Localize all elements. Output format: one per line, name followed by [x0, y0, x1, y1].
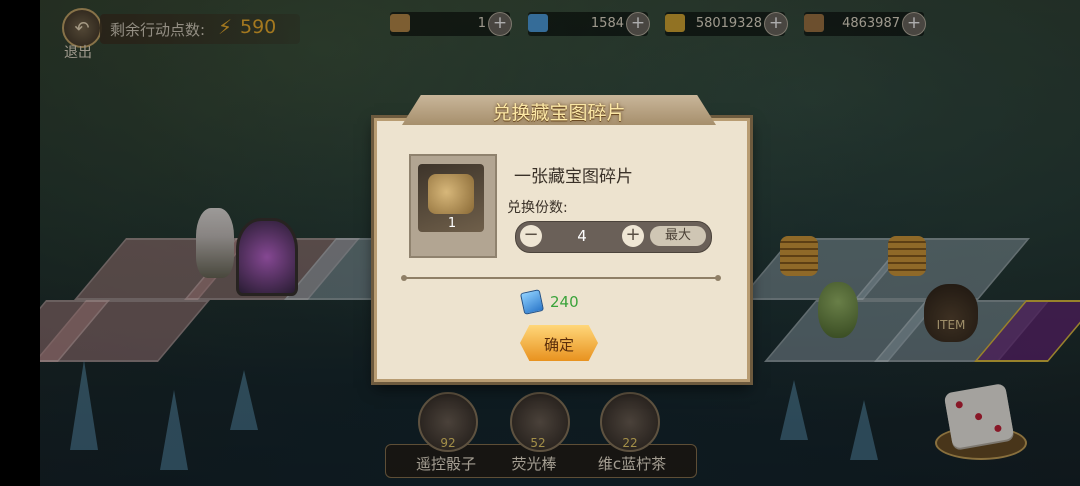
- max-quantity-button[interactable]: 最大: [650, 226, 706, 246]
- decrease-quantity-button[interactable]: −: [520, 225, 542, 247]
- increase-quantity-button[interactable]: +: [622, 225, 644, 247]
- quantity-label: 兑换份数:: [507, 200, 568, 216]
- item-name: 一张藏宝图碎片: [514, 167, 633, 187]
- quantity-value: 4: [577, 227, 587, 245]
- divider-dot: [715, 275, 721, 281]
- confirm-button-label[interactable]: 确定: [520, 334, 598, 355]
- cost-value: 240: [550, 293, 579, 311]
- dialog-divider: [404, 277, 718, 279]
- divider-dot: [401, 275, 407, 281]
- treasure-map-fragment-icon: [428, 174, 474, 214]
- blue-crystal-icon: [519, 289, 545, 315]
- dialog-title: 兑换藏宝图碎片: [492, 102, 626, 124]
- item-count: 1: [447, 216, 457, 231]
- left-black-bar: [0, 0, 40, 486]
